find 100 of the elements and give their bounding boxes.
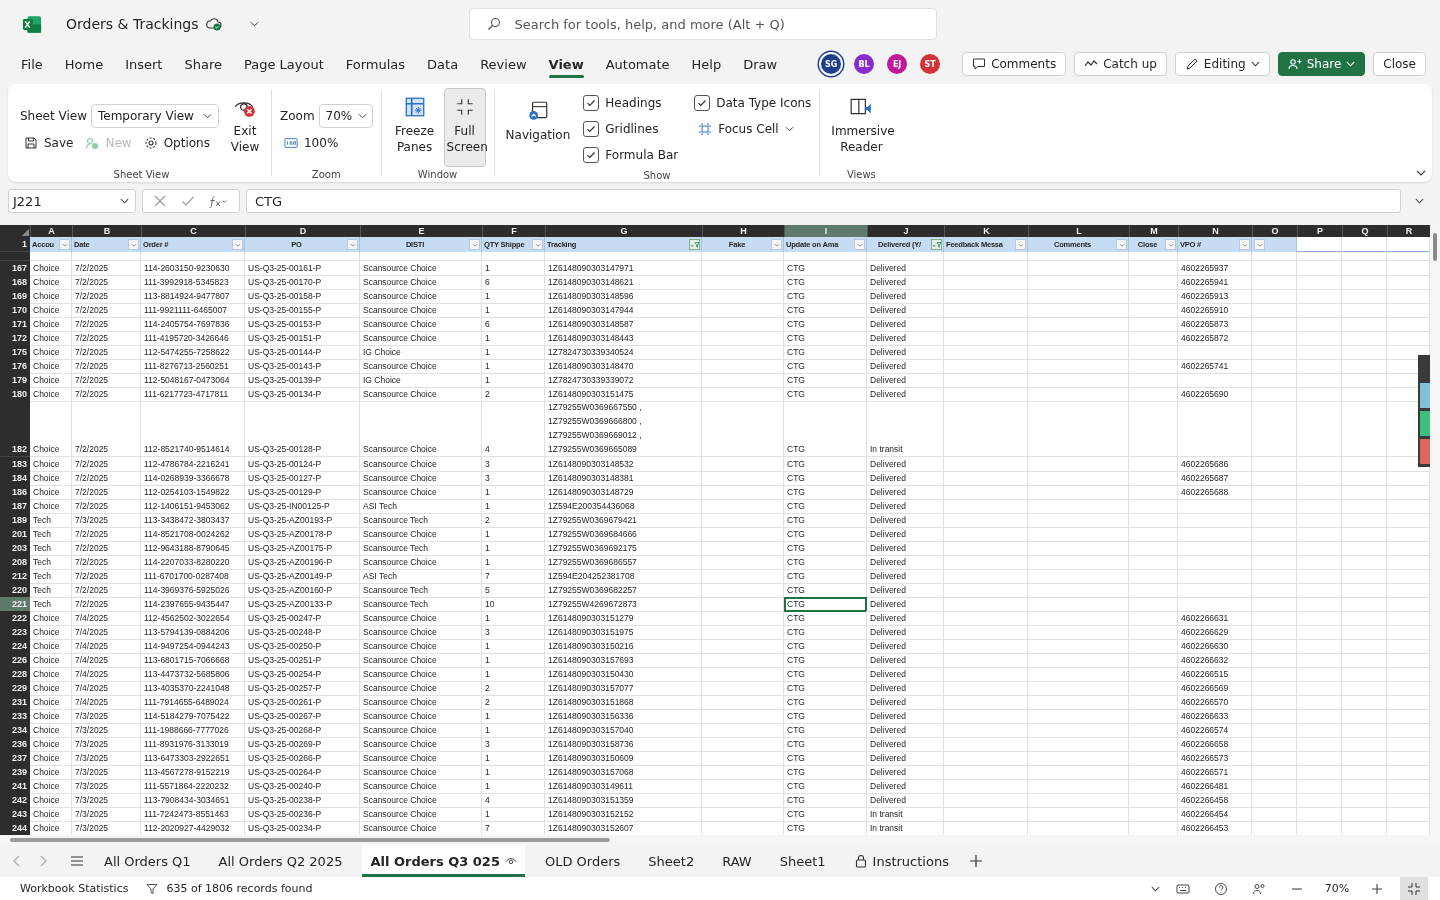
sheet-tab[interactable]: Sheet1 [771,845,834,877]
chevron-down-icon[interactable] [250,21,260,27]
checkbox[interactable]: Formula Bar [583,142,679,168]
enter-check-icon[interactable] [181,194,195,208]
row-header[interactable]: 244 [0,821,30,835]
full-screen-button[interactable]: Full Screen [443,88,486,167]
save-button[interactable]: Save [20,133,78,152]
exit-view-button[interactable]: Exit View [227,88,263,167]
scrollbar-thumb[interactable] [1433,233,1437,261]
table-cell: 7/2/2025 [72,569,141,584]
menu-tab[interactable]: Formulas [334,50,417,78]
menu-tab[interactable]: Page Layout [232,50,335,78]
menu-tab[interactable]: Help [680,50,733,78]
sheet-tab[interactable]: Instructions [845,845,957,877]
table-cell: 1 [482,359,545,374]
fit-screen-button[interactable] [1400,877,1428,900]
cancel-icon[interactable] [153,194,167,208]
menu-tab[interactable]: Review [469,50,538,78]
row-header[interactable] [0,252,30,261]
zoom-100-button[interactable]: 100% [280,133,373,152]
chevron-down-icon[interactable] [1151,885,1160,892]
filter-button[interactable] [931,239,942,250]
name-box[interactable]: J221 [8,189,136,213]
filter-button[interactable] [128,239,139,250]
avatar[interactable]: EJ [887,54,908,74]
table-cell: Delivered [867,261,944,276]
menu-tab[interactable]: Draw [732,50,789,78]
table-cell: Delivered [867,457,944,472]
filter-button[interactable] [59,239,70,250]
sheet-tab[interactable]: OLD Orders [536,845,629,877]
menu-tab[interactable]: Automate [594,50,681,78]
sheet-tab[interactable]: All Orders Q2 2025 [210,845,351,877]
catch-up-button[interactable]: Catch up [1074,52,1167,76]
table-cell: 1Z6148090303156336 [545,709,702,724]
add-sheet-icon[interactable] [968,854,983,868]
editing-button[interactable]: Editing [1174,52,1270,76]
cloud-check-icon[interactable] [206,16,223,32]
filter-button[interactable] [1254,239,1265,250]
zoom-level[interactable]: 70% [1320,882,1354,895]
people-icon[interactable] [1252,881,1266,896]
collapse-ribbon-icon[interactable] [1416,170,1426,176]
menu-tab[interactable]: View [537,50,595,78]
filter-button[interactable] [854,239,865,250]
menu-tab[interactable]: Insert [114,50,174,78]
expand-formula-icon[interactable] [1415,198,1424,204]
insert-function-icon[interactable] [209,194,229,208]
menu-tab[interactable]: Home [53,50,115,78]
options-button[interactable]: Options [139,133,214,152]
immersive-reader-button[interactable]: Immersive Reader [828,88,895,167]
sheet-tab[interactable]: All Orders Q3 025 [362,845,525,877]
row-header[interactable]: 182 [0,401,30,457]
zoom-label: Zoom [280,108,315,123]
sheet-tab[interactable]: RAW [714,845,760,877]
search-field[interactable]: Search for tools, help, and more (Alt + Q) [469,8,938,40]
menu-icon[interactable] [70,854,84,868]
table-cell: CTG [784,345,867,360]
avatar[interactable]: BL [854,54,875,74]
checkbox[interactable]: Gridlines [583,116,679,142]
table-cell: 1Z6148090303151279 [545,611,702,626]
scrollbar-thumb[interactable] [10,838,610,842]
filter-button[interactable] [1165,239,1176,250]
sheet-tab[interactable]: All Orders Q1 [96,845,199,877]
focus-cell-button[interactable]: Focus Cell [694,116,812,142]
keyboard-icon[interactable] [1176,881,1190,896]
row-header[interactable]: 1 [0,237,30,252]
zoom-in-icon[interactable] [1370,881,1384,896]
menu-tab[interactable]: File [10,50,54,78]
avatar[interactable]: ST [920,54,941,74]
close-button[interactable]: Close [1373,52,1426,76]
table-cell [1342,639,1387,654]
filter-button[interactable] [1015,239,1026,250]
checkbox[interactable]: Data Type Icons [694,90,812,116]
zoom-dropdown[interactable]: 70% [318,103,373,128]
navigation-button[interactable]: Navigation [502,88,574,168]
table-cell: CTG [784,261,867,276]
sheet-view-dropdown[interactable]: Temporary View [91,103,219,128]
column-header[interactable]: P [1297,225,1342,237]
filter-button[interactable] [469,239,480,250]
checkbox[interactable]: Headings [583,90,679,116]
filter-button[interactable] [232,239,243,250]
formula-field[interactable]: CTG [246,189,1401,213]
menu-tab[interactable]: Share [173,50,233,78]
filter-button[interactable] [689,239,700,250]
filter-button[interactable] [532,239,543,250]
menu-tab[interactable]: Data [416,50,470,78]
filter-button[interactable] [347,239,358,250]
freeze-panes-button[interactable]: Freeze Panes [389,88,440,167]
comments-button[interactable]: Comments [962,52,1067,76]
records-count: 635 of 1806 records found [166,882,313,895]
sheet-tab[interactable]: Sheet2 [640,845,703,877]
table-cell: 2 [482,387,545,402]
column-header[interactable]: Q [1342,225,1387,237]
avatar[interactable]: SG [821,54,842,74]
help-icon[interactable] [1214,881,1228,896]
filter-button[interactable] [1116,239,1127,250]
workbook-statistics[interactable]: Workbook Statistics [20,882,129,895]
filter-button[interactable] [1239,239,1250,250]
column-header[interactable]: I [784,225,867,237]
share-button[interactable]: Share [1277,52,1366,76]
filter-button[interactable] [771,239,782,250]
